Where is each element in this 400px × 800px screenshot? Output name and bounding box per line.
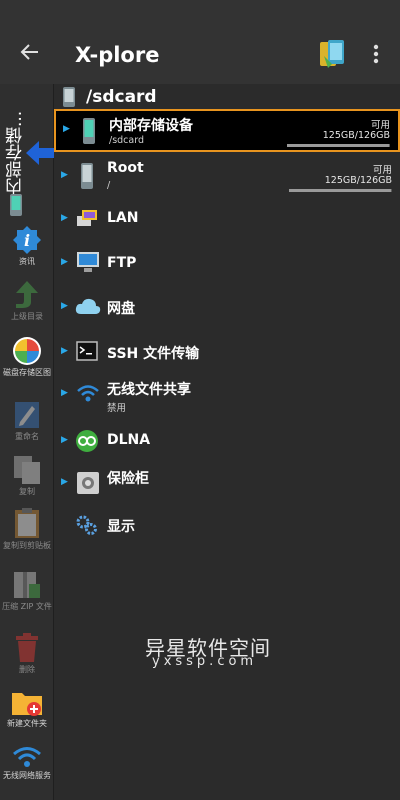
expand-chevron-icon[interactable]: ▶ [61,257,68,267]
expand-chevron-icon[interactable]: ▶ [61,477,68,487]
item-label: 无线文件共享 [107,382,191,398]
list-item-ssh[interactable]: ▶ SSH 文件传输 [54,337,400,367]
item-size: 125GB/126GB [322,130,390,141]
list-item-display[interactable]: 显示 [54,511,400,541]
tool-new-folder[interactable]: 新建文件夹 [0,689,54,729]
expand-chevron-icon[interactable]: ▶ [61,435,68,445]
list-item-vault[interactable]: ▶ 保险柜 [54,466,400,500]
cloud-icon [75,298,101,314]
dlna-icon [76,430,98,452]
item-path: / [107,180,111,191]
list-item-root[interactable]: ▶ Root / 可用 125GB/126GB [54,154,400,198]
storage-bar [289,189,392,192]
tool-label: 复制到剪贴板 [3,541,51,550]
tool-label: 无线网络服务 [3,771,51,780]
list-item-wifi-share[interactable]: ▶ 无线文件共享 禁用 [54,376,400,416]
tool-copy[interactable]: 复制 [0,455,54,497]
expand-chevron-icon[interactable]: ▶ [61,346,68,356]
zip-icon [14,572,40,598]
tool-label: 磁盘存储区图 [3,368,51,377]
item-label: 网盘 [107,301,135,317]
item-label: FTP [107,255,137,271]
list-item-cloud[interactable]: ▶ 网盘 [54,292,400,322]
list-item-ftp[interactable]: ▶ FTP [54,248,400,278]
disk-map-icon [13,337,41,365]
tool-copy-clipboard[interactable]: 复制到剪贴板 [0,507,54,551]
tool-disk-map[interactable]: 磁盘存储区图 [0,336,54,378]
pane-indicator-arrow-icon [26,141,54,165]
phone-icon [81,163,93,189]
tool-label: 删除 [19,665,35,674]
tool-delete[interactable]: 删除 [0,633,54,675]
expand-chevron-icon[interactable]: ▶ [61,388,68,398]
gears-icon [76,515,97,535]
more-vertical-icon[interactable] [366,42,386,66]
wifi-icon [13,747,41,767]
back-arrow-icon[interactable] [18,40,42,64]
item-available-label: 可用 [372,165,392,176]
item-available-label: 可用 [370,120,390,131]
tool-rename[interactable]: 重命名 [0,400,54,442]
safe-icon [77,472,99,494]
item-label: 内部存储设备 [109,118,193,134]
tool-info[interactable]: i 资讯 [0,225,54,267]
expand-chevron-icon[interactable]: ▶ [61,213,68,223]
app-title: X-plore [75,43,160,67]
item-label: SSH 文件传输 [107,346,200,362]
app-toolbar: X-plore [0,0,400,84]
phone-icon [63,87,75,107]
terminal-icon [76,341,98,361]
item-label: 保险柜 [107,471,149,487]
tool-parent-folder[interactable]: 上级目录 [0,280,54,322]
item-label: LAN [107,210,139,226]
item-status: 禁用 [107,403,127,414]
tool-wifi-service[interactable]: 无线网络服务 [0,745,54,781]
storage-device-icon [10,194,22,216]
item-path: /sdcard [109,135,144,146]
tool-label: 资讯 [19,257,35,266]
tool-label: 新建文件夹 [7,719,47,728]
item-label: DLNA [107,432,151,448]
tool-label: 压缩 ZIP 文件 [2,602,52,611]
trash-icon [16,633,38,662]
list-item-lan[interactable]: ▶ LAN [54,204,400,234]
app-logo-icon[interactable] [318,38,348,70]
expand-chevron-icon[interactable]: ▶ [61,170,68,180]
info-icon: i [13,226,41,254]
watermark-url: yxssp.com [152,654,258,669]
up-arrow-icon [16,281,38,308]
clipboard-icon [15,508,39,538]
rename-icon [15,402,39,428]
tool-label: 复制 [19,487,35,496]
tool-label: 上级目录 [11,312,43,321]
list-item-internal-storage[interactable]: ▶ 内部存储设备 /sdcard 可用 125GB/126GB [54,109,400,152]
expand-chevron-icon[interactable]: ▶ [61,301,68,311]
wifi-icon [77,385,99,402]
list-item-dlna[interactable]: ▶ DLNA [54,426,400,456]
path-text: /sdcard [86,87,157,107]
new-folder-icon [12,693,42,716]
item-label: 显示 [107,519,135,535]
tool-label: 重命名 [15,432,39,441]
svg-text:i: i [24,231,30,250]
monitor-icon [77,252,99,272]
tool-zip[interactable]: 压缩 ZIP 文件 [0,570,54,612]
phone-icon [83,118,95,144]
expand-chevron-icon[interactable]: ▶ [63,124,70,134]
copy-icon [14,456,40,484]
lan-icon [77,210,97,226]
storage-bar [287,144,390,147]
item-size: 125GB/126GB [324,175,392,186]
item-label: Root [107,160,144,176]
